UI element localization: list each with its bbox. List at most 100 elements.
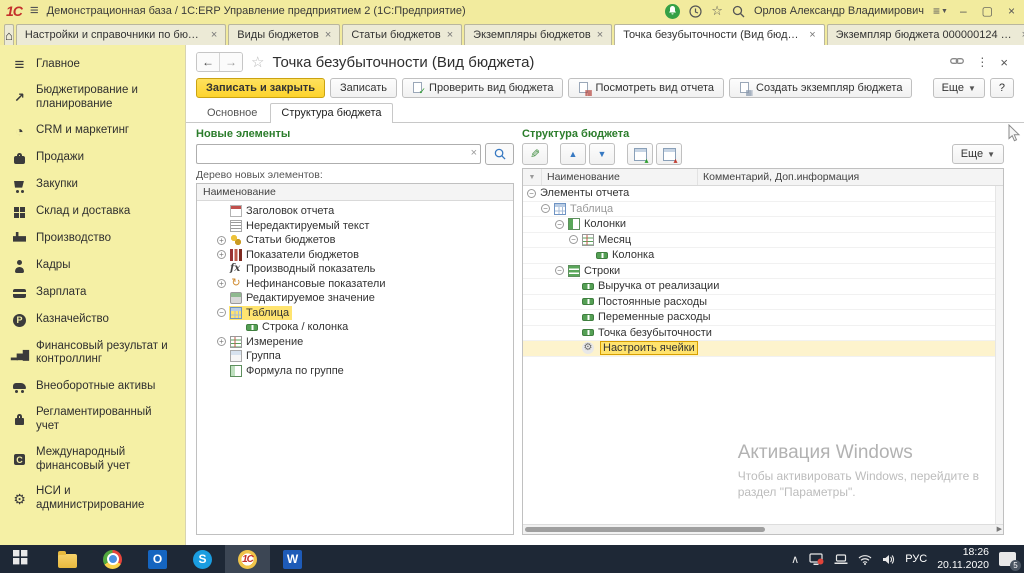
scrollbar-thumb[interactable] (525, 527, 765, 532)
search-icon[interactable] (732, 5, 745, 18)
expander-icon[interactable] (569, 282, 578, 291)
expander-icon[interactable]: + (217, 236, 226, 245)
tree-row[interactable]: Выручка от реализации (523, 279, 1003, 295)
outdent-level-button[interactable] (656, 143, 682, 165)
sidebar-item[interactable]: НСИ и администрирование (0, 479, 185, 519)
notifications-icon[interactable] (665, 4, 680, 19)
file-explorer-icon[interactable] (45, 545, 90, 573)
tree-row[interactable]: − Элементы отчета (523, 186, 1003, 202)
clear-search-icon[interactable]: × (471, 147, 477, 159)
window-tab[interactable]: Настройки и справочники по бюдж... × (16, 24, 226, 45)
tree-row[interactable]: Нередактируемый текст (197, 219, 513, 234)
forward-button[interactable]: → (220, 53, 242, 71)
tree-row[interactable]: − Строки (523, 264, 1003, 280)
screen-share-icon[interactable] (809, 553, 824, 566)
expander-icon[interactable]: − (555, 220, 564, 229)
window-tab[interactable]: Точка безубыточности (Вид бюдж... × (614, 24, 824, 45)
tree-row[interactable]: + Нефинансовые показатели (197, 277, 513, 292)
window-tab[interactable]: Экземпляры бюджетов × (464, 24, 612, 45)
tree-row[interactable]: Переменные расходы (523, 310, 1003, 326)
tree-row[interactable]: − Таблица (523, 202, 1003, 218)
expander-icon[interactable] (217, 207, 226, 216)
hidden-icons-chevron[interactable]: ∧ (791, 553, 799, 566)
sidebar-item[interactable]: Склад и доставка (0, 199, 185, 226)
tree-row[interactable]: Редактируемое значение (197, 291, 513, 306)
tree-row[interactable]: Производный показатель (197, 262, 513, 277)
tab-close-icon[interactable]: × (809, 29, 815, 41)
expander-icon[interactable] (569, 313, 578, 322)
expander-icon[interactable]: + (217, 250, 226, 259)
move-up-button[interactable] (560, 143, 586, 165)
check-budget-view-button[interactable]: Проверить вид бюджета (402, 78, 563, 98)
expander-icon[interactable] (217, 265, 226, 274)
tree-row[interactable]: Колонка (523, 248, 1003, 264)
tree-row[interactable]: − Таблица (197, 306, 513, 321)
service-menu-icon[interactable]: ≡▼ (933, 4, 948, 18)
outlook-icon[interactable] (135, 545, 180, 573)
create-budget-instance-button[interactable]: Создать экземпляр бюджета (729, 78, 912, 98)
volume-icon[interactable] (882, 554, 895, 565)
save-button[interactable]: Записать (330, 78, 397, 98)
expander-icon[interactable] (217, 366, 226, 375)
move-down-button[interactable] (589, 143, 615, 165)
chrome-icon[interactable] (90, 545, 135, 573)
expander-icon[interactable] (569, 328, 578, 337)
tab-close-icon[interactable]: × (325, 29, 331, 41)
expander-icon[interactable]: − (555, 266, 564, 275)
sidebar-item[interactable]: CRM и маркетинг (0, 118, 185, 145)
column-header-name[interactable]: Наименование (542, 169, 697, 185)
sidebar-item[interactable]: Внеоборотные активы (0, 373, 185, 400)
sidebar-item[interactable]: Производство (0, 226, 185, 253)
expander-icon[interactable] (569, 297, 578, 306)
expander-icon[interactable] (217, 221, 226, 230)
current-user[interactable]: Орлов Александр Владимирович (754, 5, 924, 17)
get-link-icon[interactable] (950, 56, 964, 69)
favorites-star-icon[interactable]: ☆ (711, 3, 723, 19)
tree-row[interactable]: Настроить ячейки (523, 341, 1003, 357)
start-button[interactable] (0, 545, 45, 573)
expander-icon[interactable]: − (569, 235, 578, 244)
view-report-button[interactable]: Посмотреть вид отчета (568, 78, 724, 98)
tree-row[interactable]: Формула по группе (197, 364, 513, 379)
column-header-comment[interactable]: Комментарий, Доп.информация (697, 169, 1003, 185)
sidebar-item[interactable]: Регламентированный учет (0, 400, 185, 440)
sidebar-item[interactable]: Закупки (0, 172, 185, 199)
more-button[interactable]: Еще▼ (933, 78, 985, 98)
wifi-icon[interactable] (858, 554, 872, 565)
close-window-button[interactable]: × (1005, 4, 1018, 18)
skype-icon[interactable] (180, 545, 225, 573)
search-button[interactable] (485, 143, 514, 165)
filter-icon[interactable]: ▼ (523, 169, 542, 185)
tab-close-icon[interactable]: × (211, 29, 217, 41)
tree-row[interactable]: Заголовок отчета (197, 204, 513, 219)
vertical-scrollbar[interactable] (995, 186, 1003, 524)
sidebar-item[interactable]: Главное (0, 51, 185, 78)
tree-row[interactable]: + Статьи бюджетов (197, 233, 513, 248)
clock[interactable]: 18:26 20.11.2020 (937, 546, 989, 571)
scroll-right-arrow[interactable]: ▶ (997, 525, 1002, 534)
tab-close-icon[interactable]: × (447, 29, 453, 41)
expander-icon[interactable]: + (217, 337, 226, 346)
tree-row[interactable]: Точка безубыточности (523, 326, 1003, 342)
horizontal-scrollbar[interactable]: ▶ (523, 524, 1003, 534)
action-center-icon[interactable]: 5 (999, 552, 1016, 566)
expander-icon[interactable] (569, 344, 578, 353)
tree-row[interactable]: + Измерение (197, 335, 513, 350)
back-button[interactable]: ← (197, 53, 220, 71)
history-icon[interactable] (689, 5, 702, 18)
laptop-icon[interactable] (834, 554, 848, 565)
search-input[interactable] (196, 144, 481, 164)
expander-icon[interactable] (217, 352, 226, 361)
expander-icon[interactable]: − (217, 308, 226, 317)
expander-icon[interactable]: − (541, 204, 550, 213)
word-icon[interactable] (270, 545, 315, 573)
indent-level-button[interactable] (627, 143, 653, 165)
sidebar-item[interactable]: Финансовый результат и контроллинг (0, 334, 185, 374)
window-tab[interactable]: Статьи бюджетов × (342, 24, 462, 45)
sidebar-item[interactable]: Зарплата (0, 280, 185, 307)
window-tab[interactable]: Экземпляр бюджета 000000124 о... × (827, 24, 1024, 45)
favorite-star-icon[interactable]: ☆ (251, 53, 264, 71)
1c-app-icon[interactable] (225, 545, 270, 573)
home-tab[interactable]: ⌂ (4, 24, 14, 45)
sidebar-item[interactable]: Кадры (0, 253, 185, 280)
